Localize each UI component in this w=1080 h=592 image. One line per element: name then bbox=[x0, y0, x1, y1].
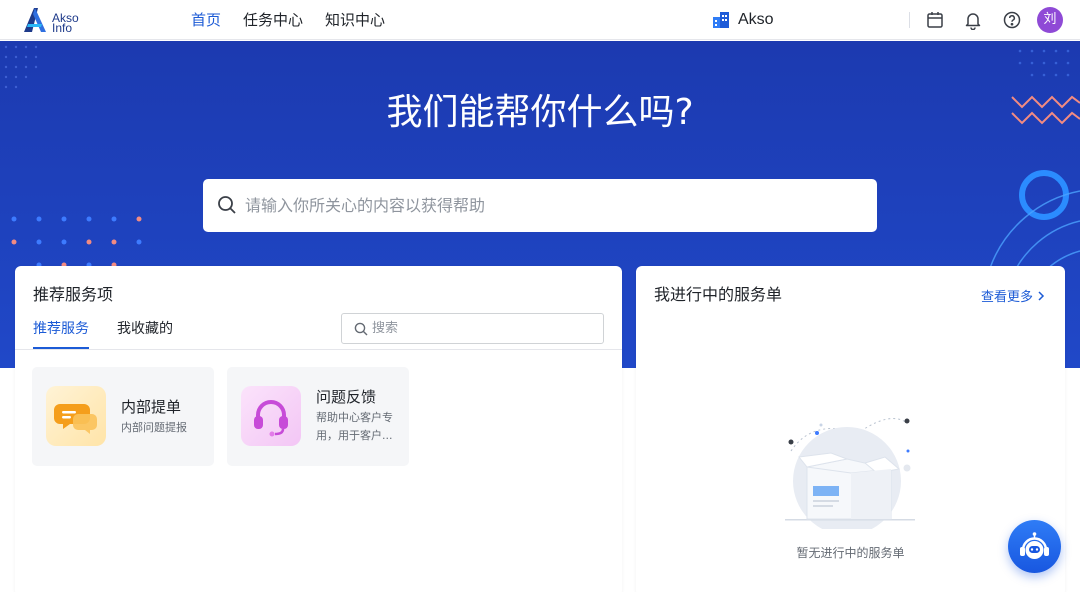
nav-item-knowledge-center[interactable]: 知识中心 bbox=[325, 0, 385, 40]
header-divider bbox=[909, 12, 910, 28]
building-icon bbox=[713, 12, 729, 28]
tab-recommended[interactable]: 推荐服务 bbox=[33, 318, 89, 349]
search-icon bbox=[218, 196, 236, 214]
tab-favorites[interactable]: 我收藏的 bbox=[117, 318, 173, 349]
hero-search-box[interactable] bbox=[203, 179, 877, 232]
service-item-internal-ticket[interactable]: 内部提单 内部问题提报 bbox=[32, 367, 214, 466]
logo-text-info: Info bbox=[52, 21, 73, 35]
help-icon[interactable] bbox=[1002, 10, 1022, 30]
chat-bubble-icon bbox=[46, 386, 106, 446]
my-tickets-card: 我进行中的服务单 查看更多 暂无进行中的服务单 bbox=[636, 266, 1065, 592]
hero-title: 我们能帮你什么吗? bbox=[386, 92, 694, 133]
service-title: 内部提单 bbox=[121, 398, 182, 416]
nav-item-home[interactable]: 首页 bbox=[191, 0, 221, 40]
service-search-input[interactable] bbox=[372, 314, 597, 343]
recommended-services-card: 推荐服务项 推荐服务 我收藏的 内部提单 内部问题提报 bbox=[15, 266, 622, 592]
headset-icon bbox=[241, 386, 301, 446]
nav-item-task-center[interactable]: 任务中心 bbox=[243, 0, 303, 40]
bell-icon[interactable] bbox=[963, 10, 983, 31]
empty-state-text: 暂无进行中的服务单 bbox=[796, 546, 905, 560]
view-more-label: 查看更多 bbox=[980, 290, 1033, 305]
chevron-right-icon bbox=[1038, 290, 1045, 301]
my-tickets-title: 我进行中的服务单 bbox=[654, 285, 783, 304]
logo-mark bbox=[24, 8, 46, 32]
service-title: 问题反馈 bbox=[316, 388, 377, 406]
search-icon bbox=[354, 322, 368, 336]
service-desc: 内部问题提报 bbox=[121, 421, 187, 434]
customer-service-button[interactable] bbox=[1008, 520, 1061, 573]
tabs-divider bbox=[15, 349, 622, 350]
user-avatar[interactable]: 刘 bbox=[1037, 7, 1063, 33]
service-tabs: 推荐服务 我收藏的 bbox=[33, 318, 201, 349]
hero-search-input[interactable] bbox=[245, 179, 865, 232]
brand-name: Akso bbox=[738, 11, 774, 28]
top-header: Akso Info 首页 任务中心 知识中心 Akso 刘 bbox=[0, 0, 1080, 40]
support-agent-icon bbox=[1020, 532, 1049, 559]
service-search-box[interactable] bbox=[341, 313, 604, 344]
recommended-services-title: 推荐服务项 bbox=[33, 285, 114, 304]
service-desc: 帮助中心客户专用，用于客户... bbox=[316, 411, 393, 442]
empty-box-illustration bbox=[785, 418, 915, 529]
view-more-link[interactable]: 查看更多 bbox=[981, 286, 1045, 305]
workspace-brand[interactable]: Akso bbox=[712, 10, 774, 30]
akso-info-logo[interactable]: Akso Info bbox=[22, 6, 86, 34]
service-item-feedback[interactable]: 问题反馈 帮助中心客户专用，用于客户... bbox=[227, 367, 409, 466]
main-nav: 首页 任务中心 知识中心 bbox=[180, 0, 396, 40]
calendar-icon[interactable] bbox=[925, 10, 945, 30]
